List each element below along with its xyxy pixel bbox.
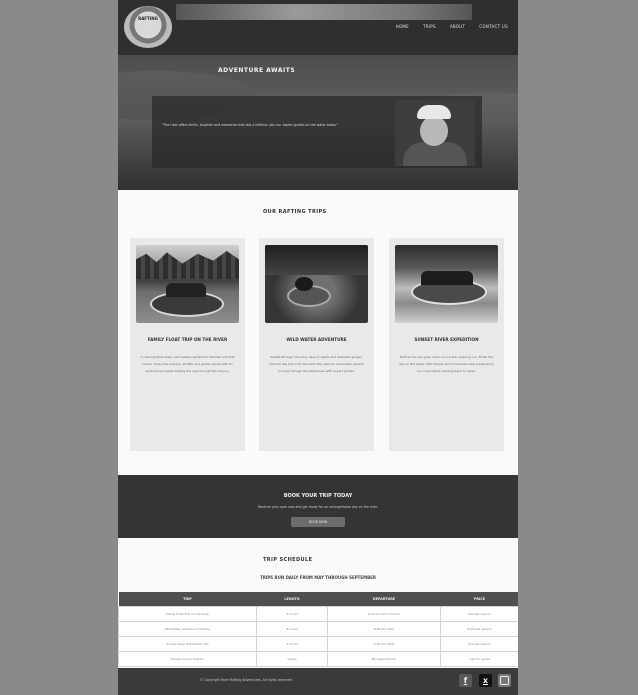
table-cell: 8:00 am daily: [327, 621, 441, 637]
table-cell: By appointment: [327, 651, 441, 667]
trip-card[interactable]: FAMILY FLOAT TRIP ON THE RIVER A relaxin…: [130, 238, 245, 451]
copyright-text: © Copyright River Rafting Adventures. Al…: [200, 678, 293, 682]
trip-title: SUNSET RIVER EXPEDITION: [414, 337, 479, 342]
trip-description: Drift as the sun goes down on a scenic e…: [398, 355, 495, 373]
table-cell: Private Group Charter: [118, 651, 257, 667]
nav-home[interactable]: HOME: [396, 24, 409, 29]
column-header: DEPARTURE: [327, 592, 441, 607]
trip-description: Paddle through churning class IV rapids …: [269, 355, 364, 373]
site-header: RAFTING HOME TRIPS ABOUT CONTACT US: [118, 0, 518, 55]
nav-contact[interactable]: CONTACT US: [479, 24, 508, 29]
table-cell: 3 hours: [256, 606, 328, 622]
guide-photo: [395, 100, 475, 166]
schedule-subtitle: TRIPS RUN DAILY FROM MAY THROUGH SEPTEMB…: [260, 575, 376, 580]
table-cell: Sunset River Expedition Trip: [118, 636, 257, 652]
schedule-table: TRIP LENGTH DEPARTURE PRICE Family Float…: [118, 592, 518, 667]
nav-about[interactable]: ABOUT: [450, 24, 465, 29]
table-cell: Call for quote: [440, 651, 518, 667]
trip-photo: [136, 245, 239, 323]
trips-section-title: OUR RAFTING TRIPS: [263, 209, 327, 215]
table-cell: Family Float Trip on the River: [118, 606, 257, 622]
table-header-row: TRIP LENGTH DEPARTURE PRICE: [118, 592, 518, 607]
trip-card[interactable]: SUNSET RIVER EXPEDITION Drift as the sun…: [389, 238, 504, 451]
site-footer: © Copyright River Rafting Adventures. Al…: [118, 668, 518, 695]
column-header: LENGTH: [256, 592, 328, 607]
table-cell: 5:00 pm daily: [327, 636, 441, 652]
cta-title: BOOK YOUR TRIP TODAY: [283, 493, 353, 499]
facebook-icon[interactable]: f: [459, 674, 472, 687]
table-row: Family Float Trip on the River 3 hours 9…: [118, 606, 518, 622]
hero-banner: ADVENTURE AWAITS "The river offers thril…: [118, 55, 518, 190]
table-cell: Wild Water Adventure Full Day: [118, 621, 257, 637]
table-row: Sunset River Expedition Trip 4 hours 5:0…: [118, 636, 518, 652]
table-row: Private Group Charter Varies By appointm…: [118, 651, 518, 667]
table-cell: 4 hours: [256, 636, 328, 652]
schedule-section-title: TRIP SCHEDULE: [263, 557, 313, 563]
nav-trips[interactable]: TRIPS: [423, 24, 436, 29]
hero-quote-box: "The river offers thrills, laughter and …: [152, 96, 482, 168]
table-cell: $129 per person: [440, 621, 518, 637]
instagram-icon[interactable]: [498, 674, 511, 687]
column-header: TRIP: [118, 592, 257, 607]
book-now-button[interactable]: BOOK NOW: [291, 517, 345, 527]
hero-quote: "The river offers thrills, laughter and …: [162, 123, 338, 127]
main-nav: HOME TRIPS ABOUT CONTACT US: [396, 24, 508, 29]
table-cell: 9:00 am and 1:00 pm: [327, 606, 441, 622]
trip-photo: [265, 245, 368, 323]
column-header: PRICE: [440, 592, 518, 607]
trip-description: A relaxing float down calm waters perfec…: [140, 355, 235, 373]
table-cell: 8 hours: [256, 621, 328, 637]
header-banner-strip: [176, 4, 472, 20]
booking-banner: BOOK YOUR TRIP TODAY Reserve your spot n…: [118, 475, 518, 538]
trip-title: FAMILY FLOAT TRIP ON THE RIVER: [147, 337, 228, 342]
trip-card[interactable]: WILD WATER ADVENTURE Paddle through chur…: [259, 238, 374, 451]
table-row: Wild Water Adventure Full Day 8 hours 8:…: [118, 621, 518, 637]
company-logo[interactable]: [124, 6, 172, 48]
cta-subtitle: Reserve your spot now and get ready for …: [257, 505, 379, 509]
table-cell: $49 per person: [440, 606, 518, 622]
table-cell: Varies: [256, 651, 328, 667]
trip-title: WILD WATER ADVENTURE: [286, 337, 347, 342]
x-icon[interactable]: x: [479, 674, 492, 687]
table-cell: $79 per person: [440, 636, 518, 652]
logo-text: RAFTING: [138, 16, 158, 21]
hero-title: ADVENTURE AWAITS: [218, 67, 296, 74]
trip-photo: [395, 245, 498, 323]
page: RAFTING HOME TRIPS ABOUT CONTACT US ADVE…: [118, 0, 518, 695]
